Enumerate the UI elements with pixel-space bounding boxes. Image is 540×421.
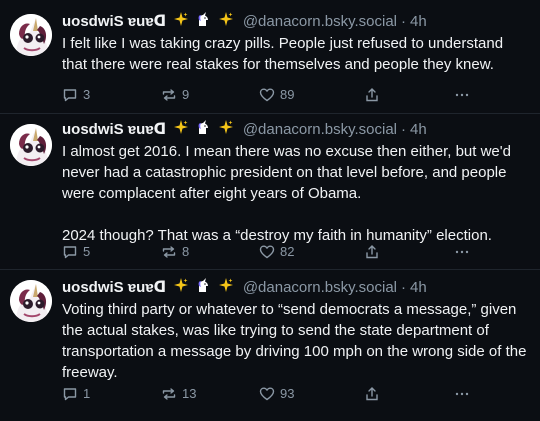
reply-icon [63,89,77,102]
repost-count: 9 [182,87,190,102]
reply-icon [63,246,77,259]
post-actions: 3 9 89 [62,85,540,105]
sparkles-icon [218,278,233,298]
like-button[interactable]: 89 [259,85,294,105]
post-header: uosdwiS ɐuɐᗡ @danacorn.bsky.social · 4h [62,12,530,32]
like-count: 93 [280,386,295,401]
reply-icon [63,388,77,401]
share-icon [366,387,378,401]
reply-button[interactable]: 5 [62,242,90,262]
reply-count: 1 [83,386,91,401]
like-button[interactable]: 93 [259,384,294,404]
avatar[interactable] [10,280,52,322]
share-icon [366,245,378,259]
post-text: I felt like I was taking crazy pills. Pe… [62,35,504,73]
timestamp[interactable]: 4h [410,13,427,30]
post-2[interactable]: uosdwiS ɐuɐᗡ @danacorn.bsky.social · 4h I … [0,114,540,269]
handle[interactable]: @danacorn.bsky.social [243,279,397,296]
more-options-button[interactable] [454,242,470,262]
post-text: Voting third party or whatever to “send … [62,301,527,381]
post-actions: 1 13 93 [62,384,540,404]
heart-icon [259,387,275,401]
post-header: uosdwiS ɐuɐᗡ @danacorn.bsky.social · 4h [62,278,530,298]
sparkles-icon [218,120,233,140]
post-content: uosdwiS ɐuɐᗡ @danacorn.bsky.social · 4h I … [62,12,530,75]
repost-button[interactable]: 9 [161,85,189,105]
post-3[interactable]: uosdwiS ɐuɐᗡ @danacorn.bsky.social · 4h Vo… [0,270,540,421]
post-content: uosdwiS ɐuɐᗡ @danacorn.bsky.social · 4h Vo… [62,278,530,383]
heart-icon [259,245,275,259]
avatar-unicorn-image [10,124,52,166]
sparkles-icon [174,278,189,298]
post-1[interactable]: uosdwiS ɐuɐᗡ @danacorn.bsky.social · 4h I … [0,0,540,113]
unicorn-icon [196,12,210,32]
more-options-button[interactable] [454,384,470,404]
post-actions: 5 8 82 [62,242,540,262]
more-options-button[interactable] [454,85,470,105]
repost-icon [162,388,176,400]
sparkles-icon [174,12,189,32]
more-icon [455,93,469,97]
share-icon [366,88,378,102]
repost-icon [162,89,176,101]
post-body: Voting third party or whatever to “send … [62,299,530,383]
sparkles-icon [174,120,189,140]
like-count: 89 [280,87,295,102]
repost-icon [162,246,176,258]
repost-button[interactable]: 13 [161,384,196,404]
reply-button[interactable]: 3 [62,85,90,105]
display-name[interactable]: uosdwiS ɐuɐᗡ [62,279,166,296]
avatar-unicorn-image [10,280,52,322]
handle[interactable]: @danacorn.bsky.social [243,13,397,30]
repost-button[interactable]: 8 [161,242,189,262]
avatar[interactable] [10,14,52,56]
unicorn-icon [196,278,210,298]
display-name[interactable]: uosdwiS ɐuɐᗡ [62,13,166,30]
like-count: 82 [280,244,295,259]
reply-count: 5 [83,244,91,259]
post-text: I almost get 2016. I mean there was no e… [62,143,511,202]
display-name[interactable]: uosdwiS ɐuɐᗡ [62,121,166,138]
reply-button[interactable]: 1 [62,384,90,404]
reply-count: 3 [83,87,91,102]
repost-count: 8 [182,244,190,259]
post-content: uosdwiS ɐuɐᗡ @danacorn.bsky.social · 4h I … [62,120,530,246]
avatar[interactable] [10,124,52,166]
handle[interactable]: @danacorn.bsky.social [243,121,397,138]
avatar-unicorn-image [10,14,52,56]
unicorn-icon [196,120,210,140]
more-icon [455,392,469,396]
share-button[interactable] [364,384,380,404]
post-body: I felt like I was taking crazy pills. Pe… [62,33,530,75]
share-button[interactable] [364,242,380,262]
share-button[interactable] [364,85,380,105]
post-body: I almost get 2016. I mean there was no e… [62,141,530,246]
like-button[interactable]: 82 [259,242,294,262]
sparkles-icon [218,12,233,32]
separator-dot: · [401,279,407,296]
post-thread: uosdwiS ɐuɐᗡ @danacorn.bsky.social · 4h I … [0,0,540,421]
separator-dot: · [401,121,407,138]
post-header: uosdwiS ɐuɐᗡ @danacorn.bsky.social · 4h [62,120,530,140]
repost-count: 13 [182,386,197,401]
separator-dot: · [401,13,407,30]
more-icon [455,250,469,254]
timestamp[interactable]: 4h [410,279,427,296]
heart-icon [259,88,275,102]
timestamp[interactable]: 4h [410,121,427,138]
